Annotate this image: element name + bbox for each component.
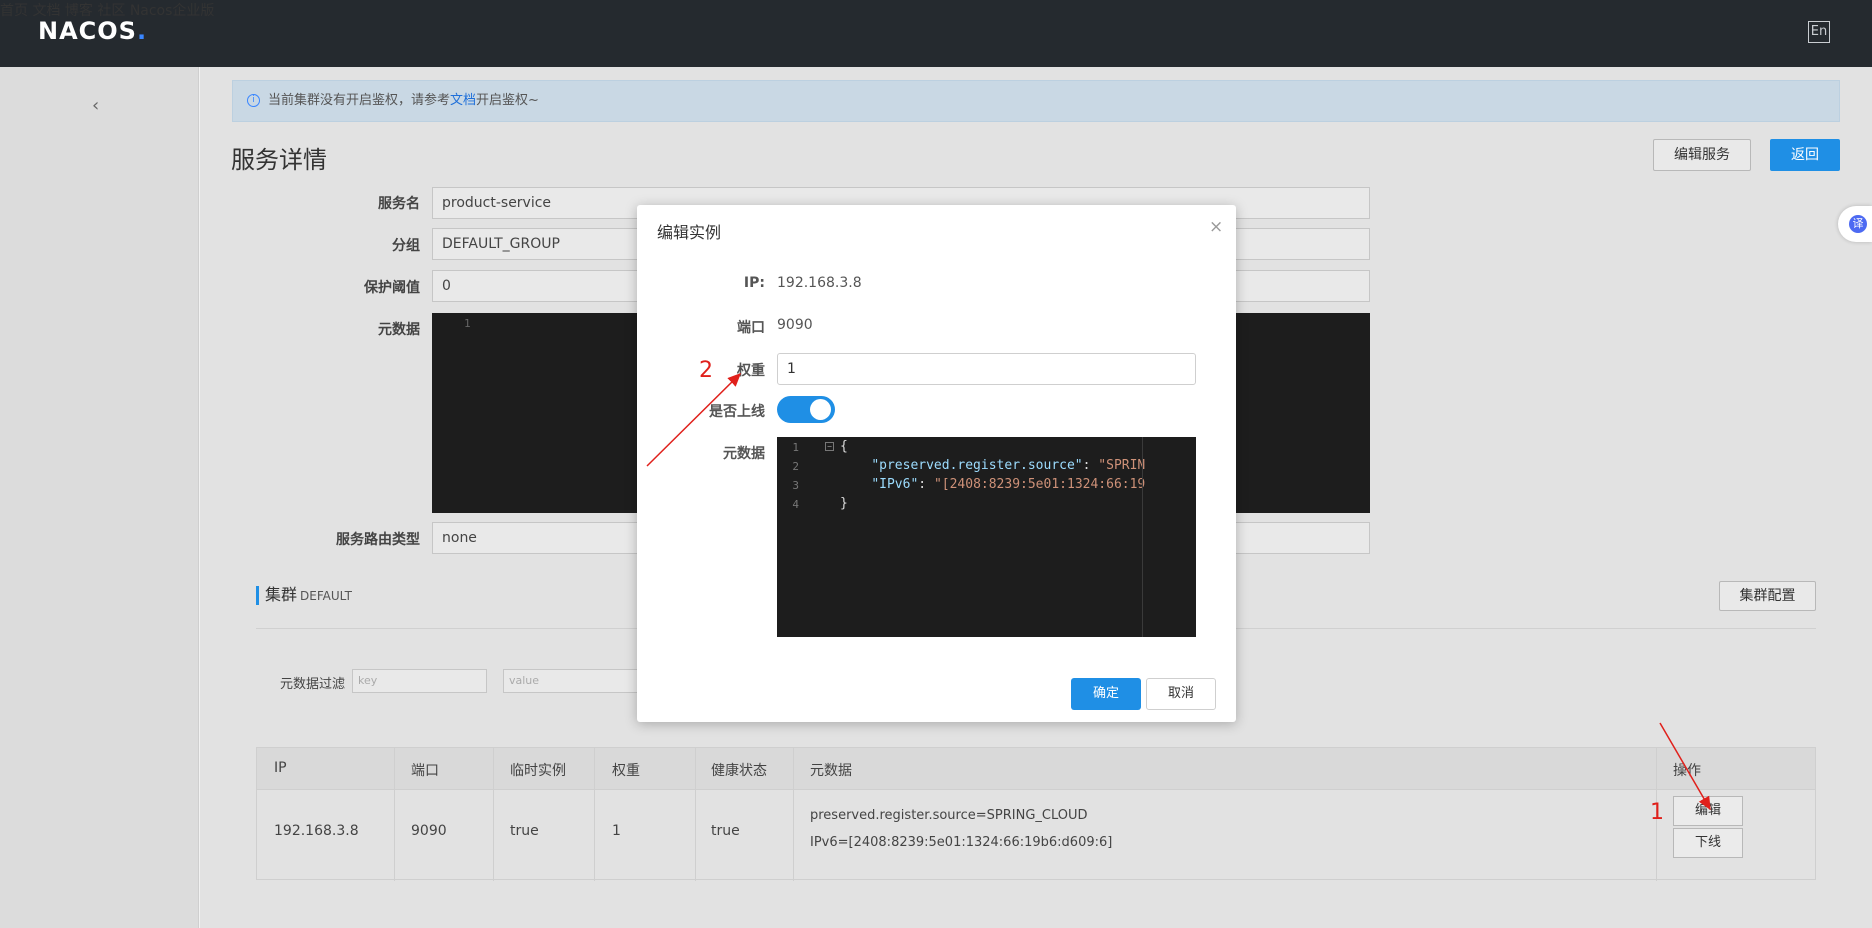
translate-badge[interactable]: 译 [1838, 206, 1872, 242]
filter-key-input[interactable]: key [352, 669, 487, 693]
ip-value: 192.168.3.8 [777, 275, 862, 291]
metadata-filter-label: 元数据过滤 [280, 677, 346, 692]
service-name-label: 服务名 [378, 196, 420, 212]
row-edit-button[interactable]: 编辑 [1673, 796, 1743, 826]
th-ip: IP [274, 760, 287, 776]
annotation-number-1: 1 [1650, 800, 1664, 825]
cell-port: 9090 [411, 823, 447, 839]
th-weight: 权重 [612, 763, 640, 779]
translate-icon: 译 [1849, 215, 1867, 233]
instance-table: IP 端口 临时实例 权重 健康状态 元数据 操作 192.168.3.8 90… [256, 747, 1816, 881]
code-line: } [840, 496, 848, 511]
annotation-number-2: 2 [699, 358, 713, 383]
cancel-button[interactable]: 取消 [1146, 678, 1216, 710]
cluster-name: DEFAULT [300, 589, 352, 603]
cell-ephemeral: true [510, 823, 539, 839]
cluster-title: 集群 DEFAULT [256, 586, 352, 605]
weight-input[interactable]: 1 [777, 353, 1196, 385]
notice-doc-link[interactable]: 文档 [450, 93, 476, 108]
th-health: 健康状态 [711, 763, 767, 779]
info-icon: i [247, 94, 260, 107]
cell-health: true [711, 823, 740, 839]
collapse-chevron-icon[interactable]: ‹ [92, 95, 99, 116]
ip-label: IP: [743, 275, 765, 291]
dialog-title: 编辑实例 [657, 223, 722, 242]
threshold-label: 保护阈值 [364, 280, 420, 296]
auth-notice: i 当前集群没有开启鉴权，请参考文档开启鉴权~ [232, 80, 1840, 122]
notice-text: 当前集群没有开启鉴权，请参考 [268, 93, 451, 108]
table-header [257, 748, 1815, 790]
port-label: 端口 [737, 320, 765, 336]
left-sidebar: ‹ [0, 67, 199, 928]
toggle-knob [810, 399, 831, 420]
nacos-logo[interactable]: NACOS. [38, 17, 147, 45]
cell-weight: 1 [612, 823, 621, 839]
language-switch[interactable]: En [1808, 21, 1830, 43]
top-navbar: NACOS. 首页 文档 博客 社区 Nacos企业版 En [0, 0, 1872, 67]
edit-instance-dialog: 编辑实例 × IP: 192.168.3.8 端口 9090 权重 1 是否上线… [637, 205, 1236, 722]
confirm-button[interactable]: 确定 [1071, 678, 1141, 710]
code-line: "IPv6": "[2408:8239:5e01:1324:66:19 [871, 477, 1146, 492]
metadata-label: 元数据 [378, 322, 420, 338]
route-type-label: 服务路由类型 [336, 532, 420, 548]
nav-home[interactable]: 首页 [0, 3, 28, 19]
filter-value-input[interactable]: value [503, 669, 638, 693]
cell-metadata-1: preserved.register.source=SPRING_CLOUD [810, 808, 1088, 823]
online-toggle[interactable] [777, 396, 835, 423]
metadata-code-editor[interactable]: 1 2 3 4 − { "preserved.register.source":… [777, 437, 1196, 637]
close-icon[interactable]: × [1209, 217, 1223, 237]
group-label: 分组 [392, 238, 420, 254]
port-value: 9090 [777, 317, 813, 333]
editor-line-number: 1 [464, 317, 471, 330]
th-actions: 操作 [1673, 763, 1701, 779]
code-line: { [840, 439, 848, 454]
modal-metadata-label: 元数据 [723, 446, 765, 462]
cell-ip: 192.168.3.8 [274, 823, 359, 839]
code-line: "preserved.register.source": "SPRIN [871, 458, 1146, 473]
cluster-title-text: 集群 [265, 585, 298, 604]
edit-service-button[interactable]: 编辑服务 [1653, 139, 1751, 171]
th-port: 端口 [411, 763, 439, 779]
back-button[interactable]: 返回 [1770, 139, 1840, 171]
line-gutter: 1 2 3 4 [792, 441, 799, 511]
fold-icon[interactable]: − [825, 442, 834, 451]
minimap-divider [1142, 437, 1143, 637]
cluster-config-button[interactable]: 集群配置 [1719, 581, 1816, 611]
online-label: 是否上线 [709, 404, 765, 420]
page-title: 服务详情 [231, 146, 327, 174]
th-metadata: 元数据 [810, 763, 852, 779]
notice-text-tail: 开启鉴权~ [476, 93, 539, 108]
cell-metadata-2: IPv6=[2408:8239:5e01:1324:66:19b6:d609:6… [810, 835, 1113, 850]
row-offline-button[interactable]: 下线 [1673, 828, 1743, 858]
th-ephemeral: 临时实例 [510, 763, 566, 779]
